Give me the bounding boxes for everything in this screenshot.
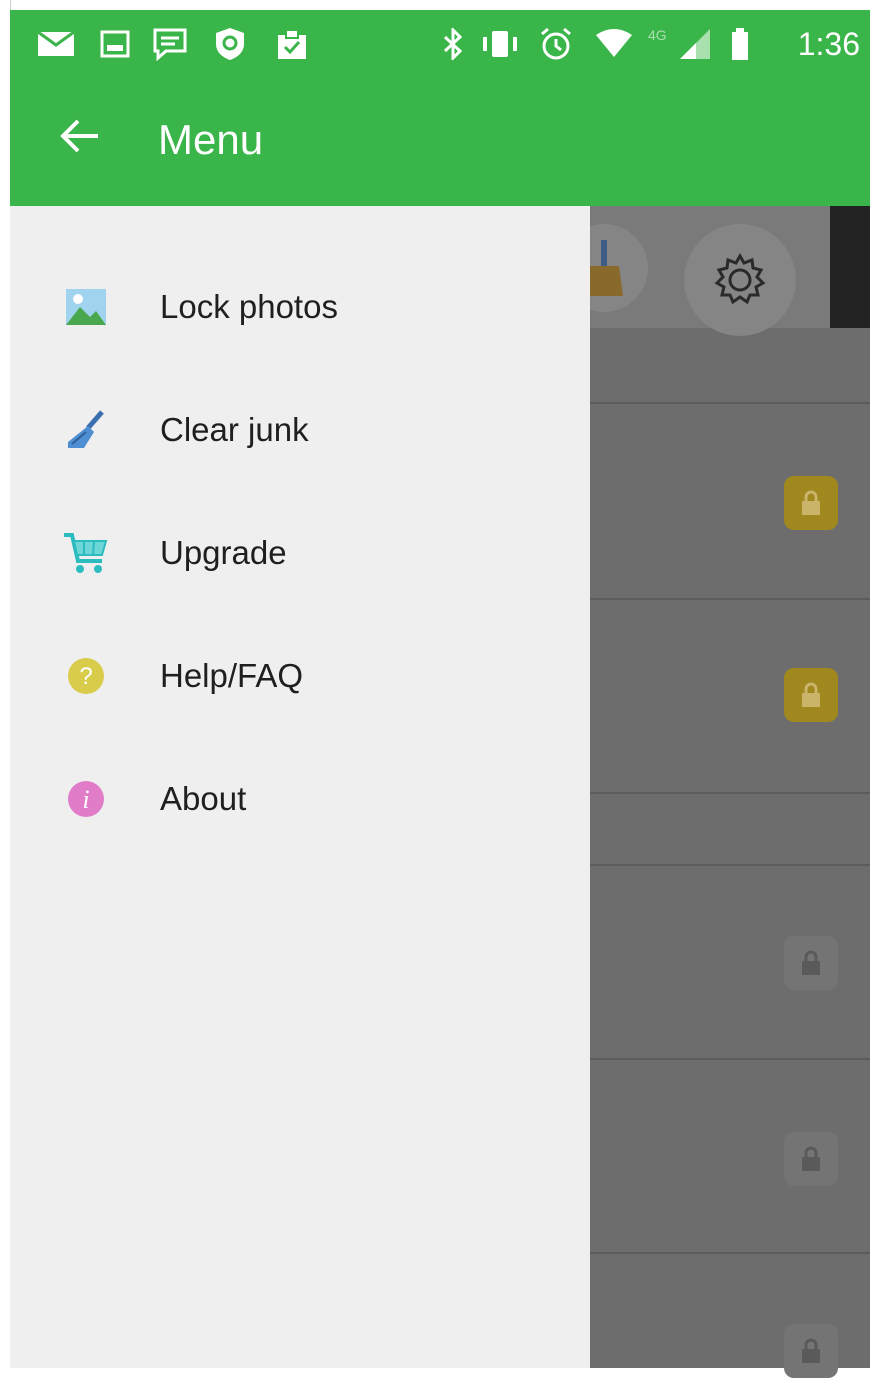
- background-gear-icon: [684, 224, 796, 336]
- menu-item-clear-junk[interactable]: Clear junk: [10, 375, 590, 485]
- background-lock-icon: [784, 936, 838, 990]
- info-icon: i: [60, 773, 112, 825]
- divider: [590, 864, 870, 866]
- divider: [590, 598, 870, 600]
- image-icon: [60, 281, 112, 333]
- menu-item-help-faq[interactable]: ? Help/FAQ: [10, 621, 590, 731]
- gallery-icon: [98, 28, 132, 60]
- menu-item-label: About: [160, 780, 247, 817]
- signal-icon: 4G: [646, 27, 712, 60]
- menu-item-label: Help/FAQ: [160, 657, 304, 694]
- menu-item-about[interactable]: i About: [10, 744, 590, 854]
- status-time: 1:36: [797, 26, 860, 62]
- status-bar: 4G 1:36: [10, 10, 870, 78]
- divider: [590, 1252, 870, 1254]
- battery-icon: [728, 28, 752, 60]
- background-lock-icon: [784, 476, 838, 530]
- cart-icon: [60, 527, 112, 579]
- background-lock-icon: [784, 668, 838, 722]
- menu-item-label: Clear junk: [160, 411, 309, 448]
- divider: [590, 1058, 870, 1060]
- divider: [590, 792, 870, 794]
- network-type-text: 4G: [648, 27, 667, 43]
- menu-item-lock-photos[interactable]: Lock photos: [10, 252, 590, 362]
- menu-item-label: Lock photos: [160, 288, 338, 325]
- alarm-icon: [536, 27, 576, 60]
- shield-icon: [210, 28, 250, 60]
- svg-text:?: ?: [79, 663, 92, 690]
- background-toolbar: [560, 206, 870, 336]
- background-lock-icon: [784, 1324, 838, 1378]
- menu-item-upgrade[interactable]: Upgrade: [10, 498, 590, 608]
- top-bar: 4G 1:36 Menu: [10, 10, 870, 206]
- wifi-icon: [592, 28, 636, 60]
- divider: [590, 402, 870, 404]
- svg-text:i: i: [82, 785, 89, 814]
- page-title: Menu: [158, 116, 264, 163]
- menu-item-label: Upgrade: [160, 534, 287, 571]
- background-dark-strip: [830, 206, 870, 328]
- broom-icon: [60, 404, 112, 456]
- bluetooth-icon: [440, 28, 466, 60]
- background-content-scrim[interactable]: [560, 206, 870, 1378]
- clipboard-icon: [272, 28, 312, 60]
- email-icon: [36, 28, 76, 60]
- background-lock-icon: [784, 1132, 838, 1186]
- vibrate-icon: [478, 28, 522, 60]
- back-button[interactable]: [48, 104, 112, 168]
- app-bar: Menu: [10, 78, 870, 206]
- message-icon: [150, 28, 190, 61]
- navigation-drawer: Lock photos Clear junk Upgrade ? Help/FA…: [10, 206, 590, 1368]
- arrow-back-icon: [60, 119, 98, 153]
- help-icon: ?: [60, 650, 112, 702]
